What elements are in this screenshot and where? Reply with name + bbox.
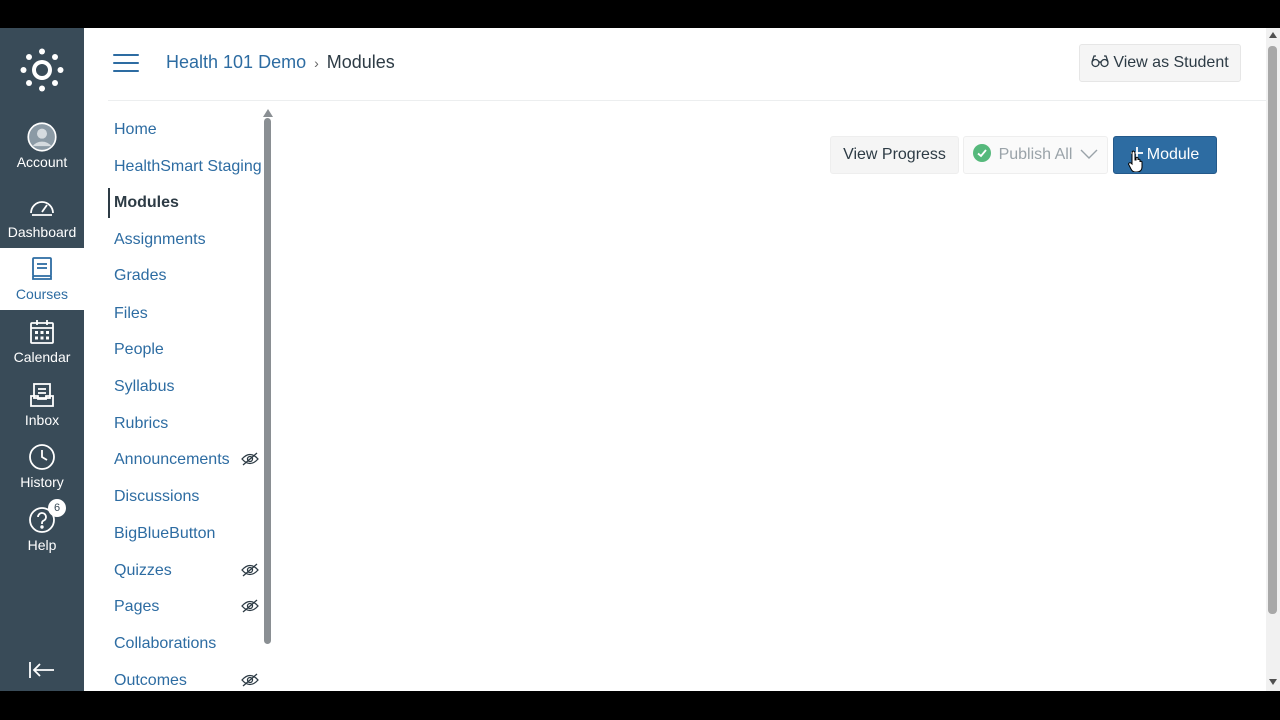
global-nav-inbox[interactable]: Inbox	[0, 374, 84, 436]
dashboard-icon	[27, 192, 57, 222]
hidden-from-students-icon	[241, 599, 259, 618]
course-nav-collaborations[interactable]: Collaborations	[108, 629, 263, 659]
inbox-icon	[27, 380, 57, 410]
help-notification-badge: 6	[48, 499, 66, 517]
page-scroll-thumb[interactable]	[1268, 46, 1277, 614]
bottom-letterbox	[0, 691, 1280, 720]
global-nav-label: History	[20, 474, 64, 490]
page-scroll-up-icon[interactable]	[1266, 29, 1280, 41]
account-avatar-icon	[27, 122, 57, 152]
global-nav-calendar[interactable]: Calendar	[0, 311, 84, 373]
hand-cursor-icon	[1128, 150, 1144, 177]
top-letterbox	[0, 0, 1280, 28]
global-nav-label: Courses	[15, 286, 69, 302]
breadcrumb-current-page: Modules	[326, 52, 395, 72]
course-menu-toggle[interactable]	[113, 54, 139, 76]
course-nav-outcomes[interactable]: Outcomes	[108, 666, 263, 691]
view-as-student-button[interactable]: View as Student	[1079, 44, 1241, 82]
global-nav-courses[interactable]: Courses	[0, 248, 84, 310]
canvas-app: Account Dashboard Courses Calendar Inbox…	[0, 28, 1280, 691]
course-nav-pages[interactable]: Pages	[108, 592, 263, 622]
global-nav-help[interactable]: 6 Help	[0, 499, 84, 561]
canvas-logo-icon[interactable]	[20, 48, 64, 92]
global-nav-dashboard[interactable]: Dashboard	[0, 186, 84, 248]
calendar-icon	[27, 317, 57, 347]
course-nav-announcements[interactable]: Announcements	[108, 445, 263, 475]
course-nav-bigbluebutton[interactable]: BigBlueButton	[108, 519, 263, 549]
course-nav-syllabus[interactable]: Syllabus	[108, 372, 263, 402]
hidden-from-students-icon	[241, 673, 259, 691]
view-progress-button[interactable]: View Progress	[830, 136, 959, 174]
global-nav-history[interactable]: History	[0, 436, 84, 498]
chevron-down-icon	[1080, 146, 1098, 164]
course-nav-scroll-thumb[interactable]	[264, 118, 271, 644]
global-nav-label: Inbox	[24, 412, 60, 428]
page-scrollbar[interactable]	[1266, 28, 1280, 691]
publish-all-button[interactable]: Publish All	[963, 136, 1108, 174]
collapse-nav-icon[interactable]	[26, 656, 58, 684]
global-nav-label: Calendar	[13, 349, 71, 365]
course-nav-assignments[interactable]: Assignments	[108, 225, 263, 255]
global-nav-label: Dashboard	[7, 224, 77, 240]
global-nav: Account Dashboard Courses Calendar Inbox…	[0, 28, 84, 691]
course-nav-grades[interactable]: Grades	[108, 261, 263, 291]
page-scroll-down-icon[interactable]	[1266, 676, 1280, 688]
view-as-student-label: View as Student	[1113, 54, 1229, 71]
published-check-icon	[972, 143, 991, 167]
course-nav-files[interactable]: Files	[108, 299, 263, 329]
course-nav-rubrics[interactable]: Rubrics	[108, 409, 263, 439]
global-nav-account[interactable]: Account	[0, 116, 84, 178]
course-navigation: Home HealthSmart Staging Modules Assignm…	[108, 118, 263, 691]
global-nav-label: Account	[16, 154, 68, 170]
glasses-icon	[1091, 54, 1109, 73]
course-nav-scrollbar[interactable]	[263, 104, 273, 684]
courses-icon	[27, 254, 57, 284]
course-nav-healthsmart-staging[interactable]: HealthSmart Staging	[108, 152, 263, 182]
course-nav-modules[interactable]: Modules	[108, 188, 263, 218]
hidden-from-students-icon	[241, 563, 259, 582]
header-divider	[108, 100, 1268, 101]
course-nav-discussions[interactable]: Discussions	[108, 482, 263, 512]
course-nav-quizzes[interactable]: Quizzes	[108, 556, 263, 586]
scroll-up-arrow-icon[interactable]	[263, 109, 273, 117]
hidden-from-students-icon	[241, 452, 259, 471]
history-icon	[27, 442, 57, 472]
global-nav-label: Help	[27, 537, 57, 553]
breadcrumb: Health 101 Demo › Modules	[166, 52, 395, 73]
breadcrumb-course-link[interactable]: Health 101 Demo	[166, 52, 306, 73]
course-nav-home[interactable]: Home	[108, 118, 263, 145]
breadcrumb-separator-icon: ›	[314, 54, 319, 71]
course-nav-people[interactable]: People	[108, 335, 263, 365]
